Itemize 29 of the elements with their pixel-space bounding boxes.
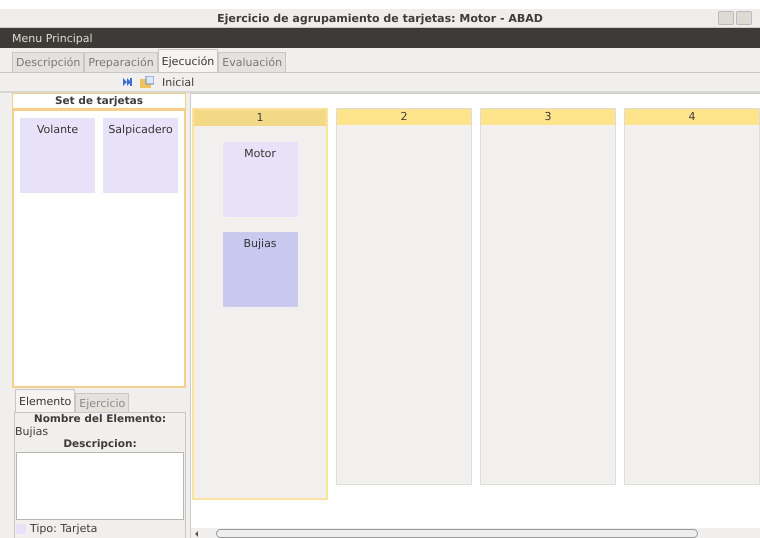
card[interactable]: Motor (222, 142, 298, 217)
type-label: Tipo: Tarjeta (30, 522, 98, 535)
folder-icon[interactable] (140, 76, 154, 88)
description-field[interactable] (16, 452, 184, 520)
tab[interactable]: Ejecución (158, 49, 218, 72)
maximize-button[interactable] (736, 11, 752, 25)
column-header: 4 (625, 109, 759, 125)
column-header: 1 (194, 110, 326, 126)
menu-item[interactable]: Menu Principal (12, 32, 93, 44)
card[interactable]: Salpicadero (103, 118, 178, 193)
column-header: 2 (337, 109, 471, 125)
group-column[interactable]: 1 Motor Bujias (192, 108, 328, 500)
tab[interactable]: Elemento (15, 389, 76, 412)
card[interactable]: Bujias (222, 232, 298, 307)
field-value: Bujias (15, 425, 50, 438)
skip-icon[interactable] (122, 77, 132, 87)
group-column[interactable]: 2 (336, 108, 472, 485)
group-column[interactable]: 4 (624, 108, 760, 485)
group-column[interactable]: 3 (480, 108, 616, 485)
panel-title: Set de tarjetas (12, 93, 186, 109)
window-title: Ejercicio de agrupamiento de tarjetas: Motor - ABAD (217, 12, 543, 24)
minimize-button[interactable] (718, 11, 734, 25)
color-swatch (16, 524, 26, 534)
toolbar-label: Inicial (162, 76, 194, 88)
column-header: 3 (481, 109, 615, 125)
horizontal-scrollbar[interactable] (191, 528, 760, 538)
card[interactable]: Volante (20, 118, 95, 193)
field-label: Nombre del Elemento: (32, 413, 168, 425)
field-label: Descripcion: (62, 438, 138, 450)
